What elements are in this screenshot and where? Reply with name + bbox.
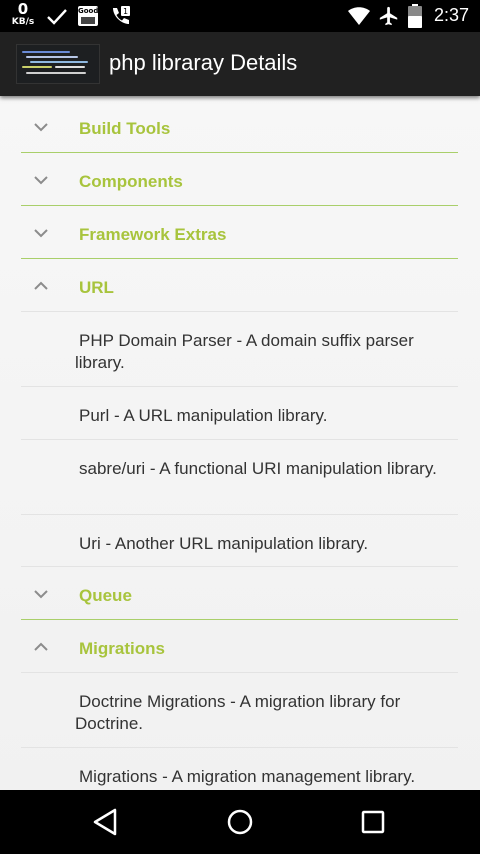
action-bar: php libraray Details [0,32,480,96]
list-item[interactable]: Purl - A URL manipulation library. [21,387,458,440]
chevron-down-icon [34,123,48,132]
network-speed-value: 0 [17,0,29,18]
network-speed-unit: KB/s [11,17,35,27]
list-item-label: Migrations - A migration management libr… [79,767,416,786]
airplane-mode-icon [379,6,398,26]
page-title: php libraray Details [109,50,298,75]
check-icon [47,9,67,25]
group-row-components[interactable]: Components [21,153,458,206]
network-speed: 0 KB/s [10,2,36,27]
group-label: Queue [79,586,132,605]
group-label: Build Tools [79,119,171,138]
chevron-down-icon [34,176,48,185]
list-item-label: PHP Domain Parser - A domain suffix pars… [75,331,414,372]
list-item[interactable]: PHP Domain Parser - A domain suffix pars… [21,312,458,387]
chevron-down-icon [34,590,48,599]
app-logo-icon[interactable] [16,44,100,84]
chevron-down-icon [34,229,48,238]
list-item[interactable]: Doctrine Migrations - A migration librar… [21,673,458,748]
home-icon[interactable] [222,804,258,840]
navigation-bar [0,790,480,854]
group-label: Migrations [79,639,165,658]
svg-text:1: 1 [123,7,128,16]
wifi-icon [348,7,370,25]
group-row-build-tools[interactable]: Build Tools [21,100,458,153]
list-item-label: Purl - A URL manipulation library. [79,406,328,425]
app-notification-icon: Good [78,6,98,26]
group-label: URL [79,278,114,297]
list-item[interactable]: Migrations - A migration management libr… [21,748,458,790]
group-row-url[interactable]: URL [21,259,458,312]
list-item-label: Doctrine Migrations - A migration librar… [75,692,401,733]
status-bar: 0 KB/s Good 1 2:37 [0,0,480,32]
phone-notification-icon: 1 [113,6,130,24]
list-item-label: sabre/uri - A functional URI manipulatio… [79,459,437,478]
group-row-framework-extras[interactable]: Framework Extras [21,206,458,259]
recent-apps-icon[interactable] [355,804,391,840]
clock: 2:37 [433,5,469,25]
group-label: Components [79,172,183,191]
group-label: Framework Extras [79,225,227,244]
chevron-up-icon [34,642,48,651]
battery-icon [408,4,422,28]
group-row-migrations[interactable]: Migrations [21,620,458,673]
list-item-label: Uri - Another URL manipulation library. [79,534,369,553]
group-row-queue[interactable]: Queue [21,567,458,620]
expandable-list: Build Tools Components Framework Extras … [0,96,480,790]
back-icon[interactable] [88,804,124,840]
list-item[interactable]: sabre/uri - A functional URI manipulatio… [21,440,458,515]
notification-badge-text: Good [78,7,99,15]
list-item[interactable]: Uri - Another URL manipulation library. [21,515,458,567]
chevron-up-icon [34,281,48,290]
